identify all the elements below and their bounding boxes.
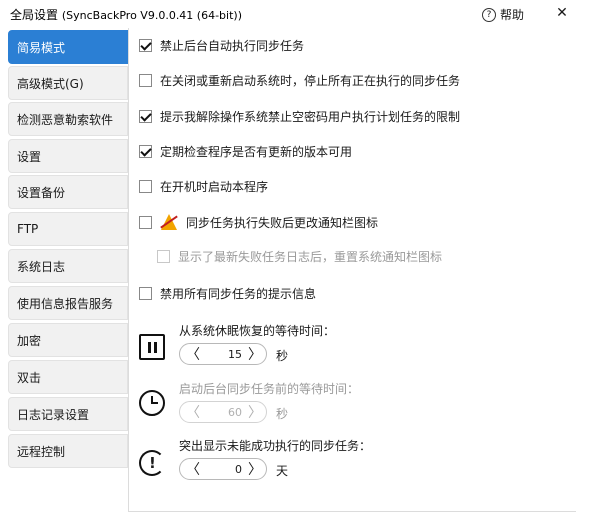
sidebar-item-label: 日志记录设置 xyxy=(17,407,90,422)
sidebar-item-remote-control[interactable]: 远程控制 xyxy=(8,434,128,468)
checkbox[interactable] xyxy=(139,287,152,300)
sidebar-item-double-click[interactable]: 双击 xyxy=(8,360,128,394)
bottom-divider xyxy=(128,511,576,512)
option-change-tray-icon[interactable]: 同步任务执行失败后更改通知栏图标 xyxy=(139,213,378,231)
option-disable-background-sync[interactable]: 禁止后台自动执行同步任务 xyxy=(139,37,304,54)
resume-wait-stepper[interactable]: 〈 15 〉 xyxy=(179,343,267,365)
sidebar-item-label: 系统日志 xyxy=(17,259,66,274)
title-main: 全局设置 xyxy=(10,8,59,22)
alert-refresh-icon: ! xyxy=(139,450,165,476)
stepper-value[interactable]: 0 xyxy=(198,463,248,476)
option-label: 在开机时启动本程序 xyxy=(160,180,269,194)
option-label: 在关闭或重新启动系统时，停止所有正在执行的同步任务 xyxy=(160,74,461,88)
stepper-value[interactable]: 15 xyxy=(198,348,248,361)
settings-panel: 禁止后台自动执行同步任务 在关闭或重新启动系统时，停止所有正在执行的同步任务 提… xyxy=(128,28,577,512)
checkbox[interactable] xyxy=(139,145,152,158)
sidebar-item-advanced-mode[interactable]: 高级模式(G) xyxy=(8,66,128,100)
checkbox[interactable] xyxy=(139,215,152,229)
sidebar-item-system-log[interactable]: 系统日志 xyxy=(8,249,128,283)
title-version: (SyncBackPro V9.0.0.41 (64-bit)) xyxy=(61,9,242,22)
sidebar-item-label: FTP xyxy=(17,222,39,236)
sidebar-item-label: 使用信息报告服务 xyxy=(17,296,114,311)
option-reset-tray-icon: 显示了最新失败任务日志后，重置系统通知栏图标 xyxy=(157,248,442,265)
option-label: 显示了最新失败任务日志后，重置系统通知栏图标 xyxy=(178,250,443,264)
title-bar: 全局设置 (SyncBackPro V9.0.0.41 (64-bit)) ? … xyxy=(0,0,594,28)
sidebar-item-label: 加密 xyxy=(17,333,42,348)
sidebar-item-label: 远程控制 xyxy=(17,444,66,459)
decrement-button[interactable]: 〈 xyxy=(186,344,200,364)
sidebar-item-label: 设置备份 xyxy=(17,185,66,200)
help-label: 帮助 xyxy=(500,8,525,22)
sidebar: 简易模式 高级模式(G) 检测恶意勒索软件 设置 设置备份 FTP 系统日志 使… xyxy=(4,28,128,512)
option-label: 提示我解除操作系统禁止空密码用户执行计划任务的限制 xyxy=(160,110,461,124)
unit-label: 秒 xyxy=(276,407,289,421)
option-stop-on-shutdown[interactable]: 在关闭或重新启动系统时，停止所有正在执行的同步任务 xyxy=(139,72,460,89)
sidebar-item-ftp[interactable]: FTP xyxy=(8,212,128,246)
sidebar-item-label: 高级模式(G) xyxy=(17,76,84,91)
option-label: 禁止后台自动执行同步任务 xyxy=(160,39,305,53)
sidebar-item-label: 双击 xyxy=(17,370,42,385)
clock-icon xyxy=(139,390,165,416)
sidebar-item-log-settings[interactable]: 日志记录设置 xyxy=(8,397,128,431)
option-label: 同步任务执行失败后更改通知栏图标 xyxy=(186,215,379,230)
resume-wait-label: 从系统休眠恢复的等待时间： xyxy=(179,324,336,338)
unit-label: 天 xyxy=(276,464,289,478)
help-icon: ? xyxy=(482,7,496,22)
stepper-value: 60 xyxy=(228,405,242,419)
background-wait-stepper: 〈 60 〉 xyxy=(179,401,267,423)
increment-button: 〉 xyxy=(248,405,262,421)
option-check-updates[interactable]: 定期检查程序是否有更新的版本可用 xyxy=(139,143,352,160)
increment-button[interactable]: 〉 xyxy=(248,344,262,364)
checkbox xyxy=(157,250,170,263)
sidebar-item-simple-mode[interactable]: 简易模式 xyxy=(8,30,128,64)
decrement-button: 〈 xyxy=(186,405,200,421)
background-start-wait-setting: 启动后台同步任务前的等待时间： 〈 60 〉 秒 xyxy=(139,378,539,428)
pause-icon xyxy=(139,334,165,360)
help-button[interactable]: ? 帮助 xyxy=(482,6,524,23)
checkbox[interactable] xyxy=(139,39,152,52)
sidebar-item-usage-reporting[interactable]: 使用信息报告服务 xyxy=(8,286,128,320)
decrement-button[interactable]: 〈 xyxy=(186,459,200,479)
option-disable-prompts[interactable]: 禁用所有同步任务的提示信息 xyxy=(139,285,316,302)
background-wait-label: 启动后台同步任务前的等待时间： xyxy=(179,382,360,396)
option-run-at-startup[interactable]: 在开机时启动本程序 xyxy=(139,178,268,195)
increment-button[interactable]: 〉 xyxy=(248,459,262,479)
sidebar-item-label: 简易模式 xyxy=(17,40,66,55)
highlight-failed-label: 突出显示未能成功执行的同步任务： xyxy=(179,439,372,453)
sidebar-item-settings-backup[interactable]: 设置备份 xyxy=(8,175,128,209)
checkbox[interactable] xyxy=(139,180,152,193)
close-button[interactable]: ✕ xyxy=(552,3,572,23)
sidebar-item-ransomware-detection[interactable]: 检测恶意勒索软件 xyxy=(8,102,128,136)
option-prompt-empty-password[interactable]: 提示我解除操作系统禁止空密码用户执行计划任务的限制 xyxy=(139,108,460,125)
sidebar-item-label: 检测恶意勒索软件 xyxy=(17,112,114,127)
checkbox[interactable] xyxy=(139,110,152,123)
highlight-failed-stepper[interactable]: 〈 0 〉 xyxy=(179,458,267,480)
resume-wait-setting: 从系统休眠恢复的等待时间： 〈 15 〉 秒 xyxy=(139,320,539,370)
highlight-failed-setting: ! 突出显示未能成功执行的同步任务： 〈 0 〉 天 xyxy=(139,435,539,485)
sidebar-item-settings[interactable]: 设置 xyxy=(8,139,128,173)
window-title: 全局设置 (SyncBackPro V9.0.0.41 (64-bit)) xyxy=(10,6,242,23)
sidebar-item-encryption[interactable]: 加密 xyxy=(8,323,128,357)
warning-tray-icon xyxy=(160,213,178,231)
sidebar-item-label: 设置 xyxy=(17,149,42,164)
checkbox[interactable] xyxy=(139,74,152,87)
unit-label: 秒 xyxy=(276,349,289,363)
option-label: 禁用所有同步任务的提示信息 xyxy=(160,287,317,301)
option-label: 定期检查程序是否有更新的版本可用 xyxy=(160,145,353,159)
